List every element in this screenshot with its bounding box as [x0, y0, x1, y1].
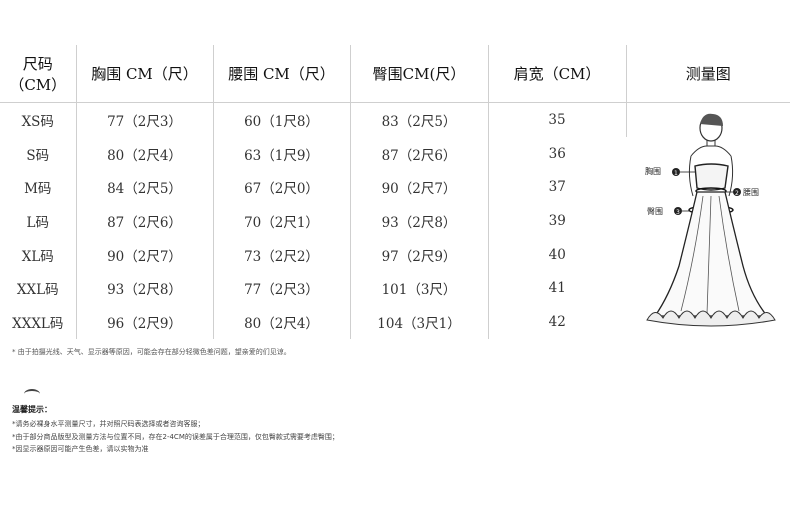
cell-shoulder: 41	[548, 280, 566, 297]
cell-chest: 93（2尺8）	[76, 271, 214, 306]
cell-size: XXXL码	[0, 305, 77, 339]
cell-size: M码	[0, 170, 77, 205]
cell-size: XL码	[0, 237, 77, 272]
tips-line: *请务必裸身水平测量尺寸，并对照尺码表选择或者咨询客服；	[12, 420, 205, 428]
marker-3-number: 3	[676, 209, 680, 216]
cell-chest: 96（2尺9）	[76, 305, 214, 339]
decorative-arc-icon	[24, 389, 40, 399]
cell-hip: 97（2尺9）	[350, 237, 489, 272]
label-hip: 臀围	[647, 207, 663, 216]
cell-chest: 77（2尺3）	[76, 102, 214, 137]
table-header-row: 尺码 （CM） 胸围 CM（尺） 腰围 CM（尺） 臀围CM(尺） 肩宽（CM）…	[0, 45, 790, 103]
marker-2-number: 2	[735, 190, 739, 197]
cell-waist: 60（1尺8）	[213, 102, 351, 137]
cell-size: S码	[0, 136, 77, 171]
cell-shoulder: 35	[488, 102, 627, 137]
header-hip: 臀围CM(尺）	[350, 45, 489, 103]
cell-hip: 101（3尺）	[350, 271, 489, 306]
cell-chest: 84（2尺5）	[76, 170, 214, 205]
cell-hip: 87（2尺6）	[350, 136, 489, 171]
cell-size: XXL码	[0, 271, 77, 306]
cell-shoulder: 42	[548, 313, 566, 330]
header-waist: 腰围 CM（尺）	[213, 45, 351, 103]
cell-waist: 70（2尺1）	[213, 204, 351, 238]
cell-chest: 87（2尺6）	[76, 204, 214, 238]
cell-hip: 90（2尺7）	[350, 170, 489, 205]
header-measure-figure: 测量图	[626, 45, 790, 103]
tips-title: 温馨提示：	[12, 405, 52, 414]
measure-figure-cell: 胸围 1 2 腰围 臀围 3	[626, 103, 790, 339]
dress-measurement-figure: 胸围 1 2 腰围 臀围 3	[645, 113, 777, 327]
cell-chest: 80（2尺4）	[76, 136, 214, 171]
cell-shoulder: 36	[548, 145, 566, 162]
cell-hip: 83（2尺5）	[350, 102, 489, 137]
cell-size: XS码	[0, 102, 77, 137]
header-size-line2: （CM）	[9, 75, 67, 94]
tips-line: *由于部分商品版型及测量方法与位置不同，存在2-4CM的误差属于合理范围，仅包臀…	[12, 432, 339, 441]
cell-waist: 77（2尺3）	[213, 271, 351, 306]
header-chest: 胸围 CM（尺）	[76, 45, 214, 103]
cell-shoulder: 40	[548, 246, 566, 263]
cell-waist: 63（1尺9）	[213, 136, 351, 171]
tips-section: 温馨提示： *请务必裸身水平测量尺寸，并对照尺码表选择或者咨询客服； *由于部分…	[12, 404, 339, 456]
cell-waist: 80（2尺4）	[213, 305, 351, 339]
cell-size: L码	[0, 204, 77, 238]
cell-waist: 67（2尺0）	[213, 170, 351, 205]
cell-hip: 93（2尺8）	[350, 204, 489, 238]
cell-chest: 90（2尺7）	[76, 237, 214, 272]
cell-shoulder: 37	[548, 179, 566, 196]
cell-waist: 73（2尺2）	[213, 237, 351, 272]
tips-line: *因显示器原因可能产生色差，请以实物为准	[12, 445, 149, 453]
marker-1-number: 1	[674, 170, 678, 177]
header-size: 尺码 （CM）	[0, 45, 77, 103]
color-difference-note: * 由于拍摄光线、天气、显示器等原因，可能会存在部分轻微色差问题，望亲爱的们见谅…	[12, 348, 291, 356]
header-size-line1: 尺码	[22, 54, 53, 73]
cell-shoulder: 39	[548, 212, 566, 229]
label-waist: 腰围	[743, 188, 759, 197]
header-shoulder: 肩宽（CM）	[488, 45, 627, 103]
label-chest: 胸围	[645, 166, 661, 176]
size-chart-table: 尺码 （CM） 胸围 CM（尺） 腰围 CM（尺） 臀围CM(尺） 肩宽（CM）…	[0, 45, 790, 339]
cell-hip: 104（3尺1）	[350, 305, 489, 339]
table-row: XS码 77（2尺3） 60（1尺8） 83（2尺5） 35 胸围 1 2 腰围…	[0, 102, 790, 327]
